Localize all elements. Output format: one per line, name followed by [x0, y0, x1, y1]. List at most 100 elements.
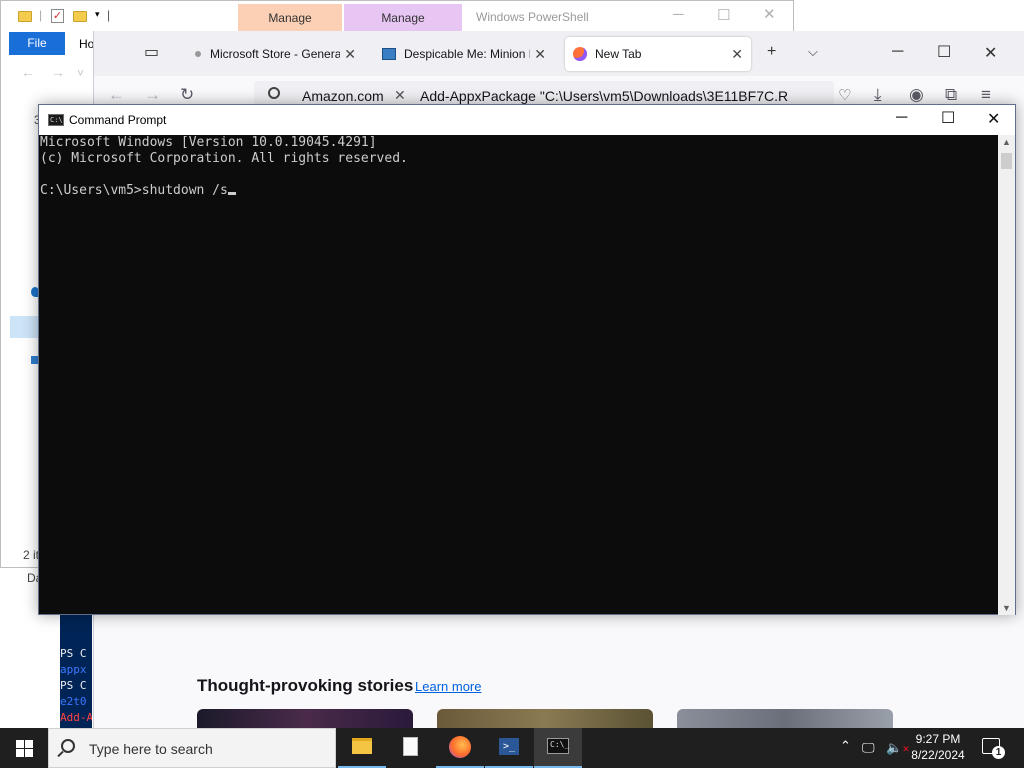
action-center-icon[interactable]: 1 [982, 738, 1005, 759]
console-output[interactable]: Microsoft Windows [Version 10.0.19045.42… [39, 135, 999, 615]
forward-arrow-icon[interactable]: → [51, 64, 65, 80]
console-prompt-line: C:\Users\vm5>shutdown /s [40, 183, 999, 199]
taskbar-file-explorer[interactable] [338, 728, 386, 768]
maximize-icon[interactable]: ☐ [717, 6, 730, 24]
remove-engine-icon[interactable]: ✕ [394, 87, 406, 104]
list-all-tabs-chevron-icon[interactable]: ⌵ [808, 44, 818, 60]
vertical-scrollbar[interactable]: ▲ ▼ [998, 135, 1015, 615]
tab-bar: ▭ Microsoft Store - Generat ✕ Despicable… [94, 31, 1024, 76]
powershell-window-snippet: PS C appx PS C e2t0 Add-A va11 [60, 614, 92, 728]
taskbar-notepad[interactable] [387, 728, 435, 768]
taskbar-firefox[interactable] [436, 728, 484, 768]
manage-tab-2[interactable]: Manage [344, 4, 462, 32]
story-card-image[interactable] [677, 709, 893, 728]
tab-label: Microsoft Store - Generat [210, 47, 340, 61]
maximize-icon[interactable]: ☐ [937, 42, 951, 62]
folder-icon [18, 9, 32, 25]
new-tab-plus-icon[interactable]: + [767, 43, 776, 61]
ps-line: e2t0 [60, 695, 87, 708]
recent-locations-icon[interactable]: ˅ [77, 66, 84, 80]
account-icon[interactable]: ◉ [909, 85, 924, 105]
scroll-down-arrow-icon[interactable]: ▼ [1002, 603, 1011, 613]
forward-arrow-icon[interactable]: → [144, 85, 161, 105]
back-arrow-icon[interactable]: ← [21, 64, 35, 80]
learn-more-link[interactable]: Learn more [415, 679, 481, 694]
extensions-icon[interactable]: ⧉ [945, 85, 957, 105]
powershell-icon: >_ [499, 738, 519, 755]
pocket-icon[interactable]: ♡ [838, 86, 851, 104]
show-hidden-icons-chevron-icon[interactable]: ⌃ [840, 738, 851, 754]
store-favicon-icon [382, 48, 396, 60]
url-input-text[interactable]: Add-AppxPackage "C:\Users\vm5\Downloads\… [420, 88, 788, 104]
tab-new-tab[interactable]: New Tab ✕ [565, 37, 751, 71]
close-icon[interactable]: ✕ [984, 43, 997, 63]
tab-microsoft-store[interactable]: Microsoft Store - Generat ✕ [184, 37, 364, 71]
maximize-icon[interactable]: ☐ [941, 108, 955, 128]
taskbar-powershell[interactable]: >_ [485, 728, 533, 768]
windows-logo-icon [16, 740, 24, 748]
console-command: C:\Users\vm5>shutdown /s [40, 183, 228, 198]
explorer-titlebar: | ✓ ▾ | Manage Manage Windows PowerShell… [1, 1, 793, 32]
cmd-titlebar[interactable]: C:\ Command Prompt ─ ☐ ✕ [39, 105, 1015, 135]
clock-time: 9:27 PM [915, 732, 961, 746]
loading-dot-icon [195, 51, 201, 57]
ps-line: PS C [60, 647, 87, 660]
close-tab-icon[interactable]: ✕ [344, 37, 356, 71]
search-icon [61, 739, 75, 753]
close-tab-icon[interactable]: ✕ [534, 37, 546, 71]
windows-logo-pane [16, 749, 24, 757]
close-icon[interactable]: ✕ [987, 109, 1000, 129]
separator: | [107, 8, 111, 22]
close-tab-icon[interactable]: ✕ [731, 37, 743, 71]
ps-line: appx [60, 663, 87, 676]
ps-line: Add-A [60, 711, 92, 724]
windows-logo-pane [25, 740, 33, 748]
close-icon[interactable]: ✕ [763, 5, 776, 23]
console-line: Microsoft Windows [Version 10.0.19045.42… [40, 135, 377, 150]
back-arrow-icon[interactable]: ← [108, 85, 125, 105]
search-engine-chip[interactable]: Amazon.com [302, 88, 384, 104]
reload-icon[interactable]: ↻ [180, 85, 194, 105]
clock-date: 8/22/2024 [911, 748, 965, 762]
start-button[interactable] [0, 728, 48, 768]
notepad-icon [403, 737, 418, 756]
command-prompt-icon: C:\ [48, 114, 64, 126]
manage-tab-1[interactable]: Manage [238, 4, 342, 32]
command-prompt-icon: C:\_ [547, 738, 569, 754]
story-card-image[interactable] [437, 709, 653, 728]
search-icon [268, 87, 280, 99]
downloads-icon[interactable]: ⤓ [874, 85, 882, 105]
minimize-icon[interactable]: ─ [673, 6, 684, 23]
ps-blank [60, 614, 92, 646]
stories-heading: Thought-provoking stories [197, 676, 414, 695]
taskbar-command-prompt[interactable]: C:\_ [534, 728, 582, 768]
firefox-view-icon[interactable]: ▭ [144, 42, 159, 62]
network-icon[interactable]: 🖵 [862, 740, 875, 756]
notification-badge: 1 [992, 746, 1005, 759]
file-tab[interactable]: File [9, 32, 65, 55]
nav-pane-selected-item[interactable] [10, 316, 40, 338]
window-title: Command Prompt [69, 113, 167, 127]
properties-icon[interactable]: ✓ [51, 8, 64, 24]
window-title: Windows PowerShell [476, 10, 589, 24]
menu-icon[interactable]: ≡ [981, 85, 991, 105]
ps-line: PS C [60, 679, 87, 692]
minimize-icon[interactable]: ─ [896, 109, 907, 127]
file-explorer-icon [352, 738, 372, 754]
taskbar-search-box[interactable]: Type here to search [48, 728, 336, 768]
text-cursor [227, 192, 236, 195]
new-folder-icon[interactable] [73, 9, 87, 25]
separator: | [39, 8, 43, 22]
customize-quick-access-icon[interactable]: ▾ [95, 9, 100, 25]
clock[interactable]: 9:27 PM 8/22/2024 [906, 731, 970, 763]
minimize-icon[interactable]: ─ [892, 43, 903, 61]
tab-despicable-me[interactable]: Despicable Me: Minion R ✕ [374, 37, 554, 71]
firefox-favicon-icon [573, 47, 587, 61]
tab-label: Despicable Me: Minion R [404, 47, 530, 61]
story-card-image[interactable] [197, 709, 413, 728]
scroll-thumb[interactable] [1001, 153, 1012, 169]
command-prompt-window: C:\ Command Prompt ─ ☐ ✕ Microsoft Windo… [38, 104, 1016, 615]
console-line: (c) Microsoft Corporation. All rights re… [40, 151, 408, 166]
scroll-up-arrow-icon[interactable]: ▲ [1002, 137, 1011, 147]
